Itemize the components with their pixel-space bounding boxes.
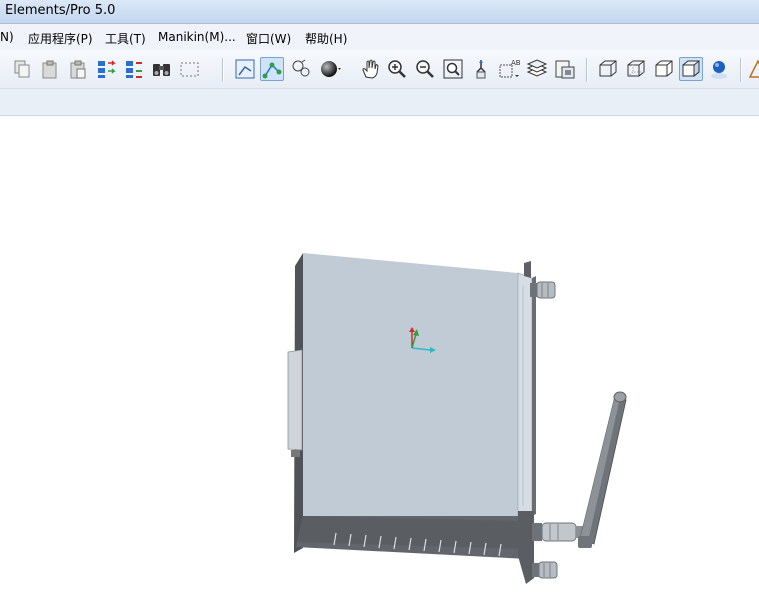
- reorient-icon[interactable]: [469, 57, 493, 81]
- appearance-sphere-icon[interactable]: [318, 57, 342, 81]
- wireframe-icon[interactable]: [596, 57, 620, 81]
- regenerate-icon[interactable]: [94, 57, 118, 81]
- shading-icon[interactable]: [679, 57, 703, 81]
- select-box-icon[interactable]: [178, 57, 202, 81]
- title-bar: Elements/Pro 5.0: [0, 0, 759, 24]
- toolbar-separator: [740, 58, 741, 82]
- menu-item-applications[interactable]: 应用程序(P): [28, 30, 93, 47]
- find-icon[interactable]: [150, 57, 174, 81]
- refit-icon[interactable]: [441, 57, 465, 81]
- hidden-line-icon[interactable]: [624, 57, 648, 81]
- toolbar-separator: [586, 58, 587, 82]
- window-title: Elements/Pro 5.0: [5, 3, 116, 18]
- copy-icon[interactable]: [10, 57, 34, 81]
- datum-display-icon[interactable]: [260, 57, 284, 81]
- menu-bar: N) 应用程序(P) 工具(T) Manikin(M)... 窗口(W) 帮助(…: [0, 24, 759, 50]
- main-toolbar: AB: [0, 50, 759, 89]
- no-hidden-icon[interactable]: [652, 57, 676, 81]
- datum-plane-icon[interactable]: [748, 57, 759, 81]
- pan-hand-icon[interactable]: [358, 57, 382, 81]
- model-tree-icon[interactable]: [707, 57, 731, 81]
- graphics-window[interactable]: [0, 116, 759, 605]
- paste-special-icon[interactable]: [66, 57, 90, 81]
- sketch-view-icon[interactable]: [233, 57, 257, 81]
- layers-icon[interactable]: [525, 57, 549, 81]
- menu-item-manikin[interactable]: Manikin(M)...: [158, 30, 236, 44]
- saved-views-icon[interactable]: AB: [497, 57, 521, 81]
- router-model: [287, 253, 627, 584]
- menu-item-window[interactable]: 窗口(W): [246, 30, 291, 47]
- paste-icon[interactable]: [38, 57, 62, 81]
- spin-center-icon[interactable]: [289, 57, 313, 81]
- view-manager-icon[interactable]: [553, 57, 577, 81]
- svg-text:AB: AB: [511, 59, 521, 67]
- zoom-in-icon[interactable]: [385, 57, 409, 81]
- menu-item-tools[interactable]: 工具(T): [105, 30, 146, 47]
- menu-item-partial[interactable]: N): [0, 30, 14, 44]
- regenerate-manager-icon[interactable]: [122, 57, 146, 81]
- secondary-toolbar: [0, 89, 759, 116]
- menu-item-help[interactable]: 帮助(H): [305, 30, 347, 47]
- toolbar-separator: [222, 58, 223, 82]
- zoom-out-icon[interactable]: [413, 57, 437, 81]
